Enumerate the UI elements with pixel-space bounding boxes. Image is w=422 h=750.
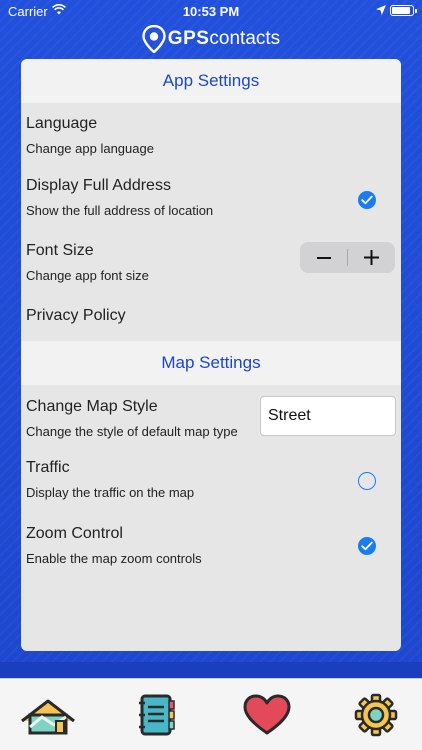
tab-bar [0, 678, 422, 750]
language-subtitle: Change app language [26, 141, 154, 156]
gear-icon [354, 693, 398, 737]
font-size-stepper [300, 242, 395, 273]
font-size-subtitle: Change app font size [26, 268, 149, 283]
app-settings-header: App Settings [21, 59, 401, 103]
map-style-select[interactable]: Street [260, 396, 396, 436]
zoom-control-subtitle: Enable the map zoom controls [26, 551, 202, 566]
home-map-icon [21, 699, 75, 735]
battery-icon [390, 5, 417, 16]
brand-gps-text: GPS [167, 28, 210, 49]
plus-icon [364, 250, 379, 265]
language-row[interactable]: Language Change app language [21, 107, 401, 163]
status-bar: Carrier 10:53 PM [0, 0, 422, 22]
location-arrow-icon [376, 5, 386, 15]
map-style-subtitle: Change the style of default map type [26, 424, 238, 439]
font-size-row: Font Size Change app font size [21, 234, 401, 290]
map-pin-logo-icon [142, 25, 166, 53]
font-size-increase-button[interactable] [348, 242, 395, 273]
privacy-policy-title: Privacy Policy [26, 307, 126, 324]
full-address-row[interactable]: Display Full Address Show the full addre… [21, 169, 401, 225]
privacy-policy-row[interactable]: Privacy Policy [21, 299, 401, 339]
clock: 10:53 PM [182, 4, 240, 19]
heart-icon [243, 694, 291, 735]
full-address-subtitle: Show the full address of location [26, 203, 214, 218]
map-style-value: Street [268, 407, 311, 424]
tab-settings[interactable] [346, 693, 406, 737]
bottom-strip [0, 662, 422, 678]
zoom-control-title: Zoom Control [26, 525, 123, 542]
map-settings-header: Map Settings [21, 341, 401, 385]
full-address-title: Display Full Address [26, 177, 171, 194]
zoom-control-checkmark-icon[interactable] [358, 537, 376, 555]
tab-home[interactable] [18, 693, 78, 737]
traffic-subtitle: Display the traffic on the map [26, 485, 195, 500]
tab-contacts[interactable] [128, 693, 188, 737]
contacts-book-icon [139, 694, 175, 736]
font-size-title: Font Size [26, 242, 94, 259]
app-logo: GPS contacts [0, 24, 422, 54]
language-title: Language [26, 115, 98, 132]
tab-favorites[interactable] [237, 693, 297, 737]
traffic-row[interactable]: Traffic Display the traffic on the map [21, 451, 401, 507]
minus-icon [316, 256, 331, 259]
traffic-toggle-icon[interactable] [358, 472, 376, 490]
settings-card: App Settings Language Change app languag… [21, 59, 401, 651]
zoom-control-row[interactable]: Zoom Control Enable the map zoom control… [21, 517, 401, 573]
font-size-decrease-button[interactable] [300, 242, 347, 273]
brand-contacts-text: contacts [209, 28, 281, 49]
map-style-row: Change Map Style Change the style of def… [21, 389, 401, 449]
traffic-title: Traffic [26, 459, 70, 476]
full-address-checkmark-icon[interactable] [358, 191, 376, 209]
map-style-title: Change Map Style [26, 398, 158, 415]
